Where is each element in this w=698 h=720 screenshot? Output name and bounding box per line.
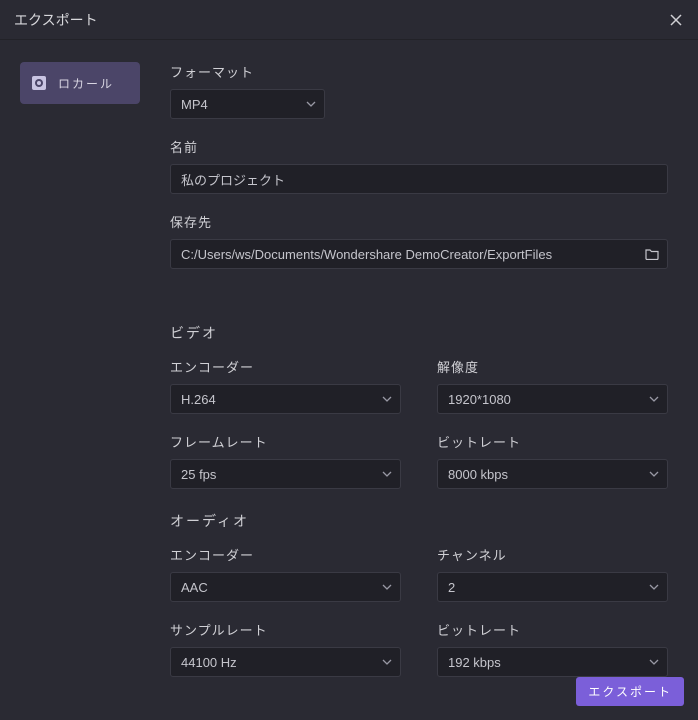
samplerate-field: サンプルレート 44100 Hz	[170, 620, 401, 677]
chevron-down-icon	[649, 396, 659, 402]
video-encoder-select[interactable]: H.264	[170, 384, 401, 414]
framerate-value: 25 fps	[181, 467, 216, 482]
chevron-down-icon	[382, 659, 392, 665]
format-value: MP4	[181, 97, 208, 112]
close-icon	[670, 14, 682, 26]
video-bitrate-label: ビットレート	[437, 432, 668, 451]
audio-encoder-select[interactable]: AAC	[170, 572, 401, 602]
audio-heading: オーディオ	[170, 511, 668, 531]
audio-encoder-label: エンコーダー	[170, 545, 401, 564]
format-select[interactable]: MP4	[170, 89, 325, 119]
channel-label: チャンネル	[437, 545, 668, 564]
format-label: フォーマット	[170, 62, 668, 81]
name-input[interactable]	[181, 172, 657, 187]
resolution-select[interactable]: 1920*1080	[437, 384, 668, 414]
resolution-value: 1920*1080	[448, 392, 511, 407]
name-label: 名前	[170, 137, 668, 156]
chevron-down-icon	[382, 396, 392, 402]
sidebar-item-label: ロカール	[58, 75, 114, 92]
bottom-bar: エクスポート	[576, 677, 684, 706]
dialog-title: エクスポート	[14, 10, 98, 30]
chevron-down-icon	[649, 471, 659, 477]
folder-icon	[645, 248, 659, 260]
sidebar-item-local[interactable]: ロカール	[20, 62, 140, 104]
audio-bitrate-label: ビットレート	[437, 620, 668, 639]
samplerate-value: 44100 Hz	[181, 655, 237, 670]
samplerate-select[interactable]: 44100 Hz	[170, 647, 401, 677]
content-panel: フォーマット MP4 名前 保存先 ビデオ	[170, 62, 678, 720]
video-encoder-field: エンコーダー H.264	[170, 357, 401, 414]
framerate-select[interactable]: 25 fps	[170, 459, 401, 489]
video-bitrate-value: 8000 kbps	[448, 467, 508, 482]
titlebar: エクスポート	[0, 0, 698, 40]
save-to-input[interactable]	[181, 247, 637, 262]
video-encoder-value: H.264	[181, 392, 216, 407]
audio-bitrate-field: ビットレート 192 kbps	[437, 620, 668, 677]
save-to-field: 保存先	[170, 212, 668, 269]
video-heading: ビデオ	[170, 323, 668, 343]
resolution-field: 解像度 1920*1080	[437, 357, 668, 414]
audio-bitrate-value: 192 kbps	[448, 655, 501, 670]
resolution-label: 解像度	[437, 357, 668, 376]
format-field: フォーマット MP4	[170, 62, 668, 119]
audio-bitrate-select[interactable]: 192 kbps	[437, 647, 668, 677]
name-input-wrapper[interactable]	[170, 164, 668, 194]
name-field: 名前	[170, 137, 668, 194]
save-to-label: 保存先	[170, 212, 668, 231]
chevron-down-icon	[649, 584, 659, 590]
local-icon	[30, 74, 48, 92]
sidebar: ロカール	[20, 62, 140, 720]
audio-encoder-value: AAC	[181, 580, 208, 595]
channel-select[interactable]: 2	[437, 572, 668, 602]
channel-field: チャンネル 2	[437, 545, 668, 602]
audio-encoder-field: エンコーダー AAC	[170, 545, 401, 602]
framerate-label: フレームレート	[170, 432, 401, 451]
chevron-down-icon	[382, 584, 392, 590]
samplerate-label: サンプルレート	[170, 620, 401, 639]
chevron-down-icon	[306, 101, 316, 107]
close-button[interactable]	[668, 12, 684, 28]
video-bitrate-select[interactable]: 8000 kbps	[437, 459, 668, 489]
save-to-input-wrapper[interactable]	[170, 239, 668, 269]
chevron-down-icon	[382, 471, 392, 477]
chevron-down-icon	[649, 659, 659, 665]
browse-folder-button[interactable]	[645, 248, 659, 260]
channel-value: 2	[448, 580, 455, 595]
framerate-field: フレームレート 25 fps	[170, 432, 401, 489]
video-encoder-label: エンコーダー	[170, 357, 401, 376]
export-button[interactable]: エクスポート	[576, 677, 684, 706]
video-bitrate-field: ビットレート 8000 kbps	[437, 432, 668, 489]
